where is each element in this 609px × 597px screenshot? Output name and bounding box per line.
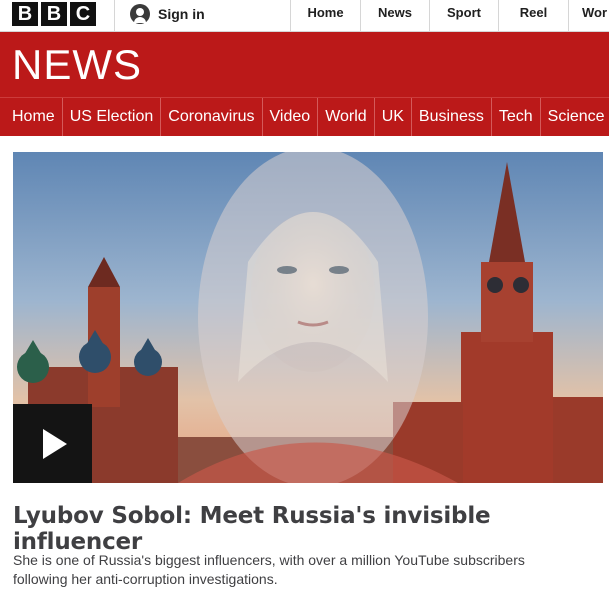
news-nav-business[interactable]: Business: [412, 98, 492, 136]
news-masthead: NEWS: [0, 32, 609, 97]
news-nav-world[interactable]: World: [318, 98, 375, 136]
hero-image: [13, 152, 603, 483]
play-icon: [43, 429, 67, 459]
play-button[interactable]: [13, 404, 92, 483]
sign-in-label: Sign in: [158, 6, 205, 22]
news-nav-coronavirus[interactable]: Coronavirus: [161, 98, 263, 136]
global-header: B B C Sign in Home News Sport Reel Wor: [0, 0, 609, 32]
news-nav-tech[interactable]: Tech: [492, 98, 541, 136]
sign-in-link[interactable]: Sign in: [130, 4, 205, 24]
story-headline[interactable]: Lyubov Sobol: Meet Russia's invisible in…: [13, 503, 609, 555]
hero-video[interactable]: [13, 152, 603, 483]
bbc-logo-letter: B: [12, 2, 38, 26]
user-icon: [130, 4, 150, 24]
global-nav-news[interactable]: News: [360, 0, 429, 31]
news-nav: Home US Election Coronavirus Video World UK Bu…: [0, 97, 609, 136]
news-nav-uk[interactable]: UK: [375, 98, 412, 136]
divider: [114, 0, 115, 31]
bbc-logo-letter: B: [41, 2, 67, 26]
bbc-logo-letter: C: [70, 2, 96, 26]
bbc-logo[interactable]: B B C: [12, 2, 96, 26]
global-nav-reel[interactable]: Reel: [498, 0, 568, 31]
global-nav-sport[interactable]: Sport: [429, 0, 498, 31]
global-nav-worklife[interactable]: Wor: [568, 0, 609, 31]
news-nav-home[interactable]: Home: [0, 98, 63, 136]
global-nav-home[interactable]: Home: [290, 0, 360, 31]
news-nav-science[interactable]: Science: [541, 98, 609, 136]
news-logo[interactable]: NEWS: [12, 41, 142, 89]
news-nav-us-election[interactable]: US Election: [63, 98, 162, 136]
news-nav-video[interactable]: Video: [263, 98, 319, 136]
story-summary: She is one of Russia's biggest influence…: [13, 552, 525, 587]
global-nav: Home News Sport Reel Wor: [290, 0, 609, 31]
